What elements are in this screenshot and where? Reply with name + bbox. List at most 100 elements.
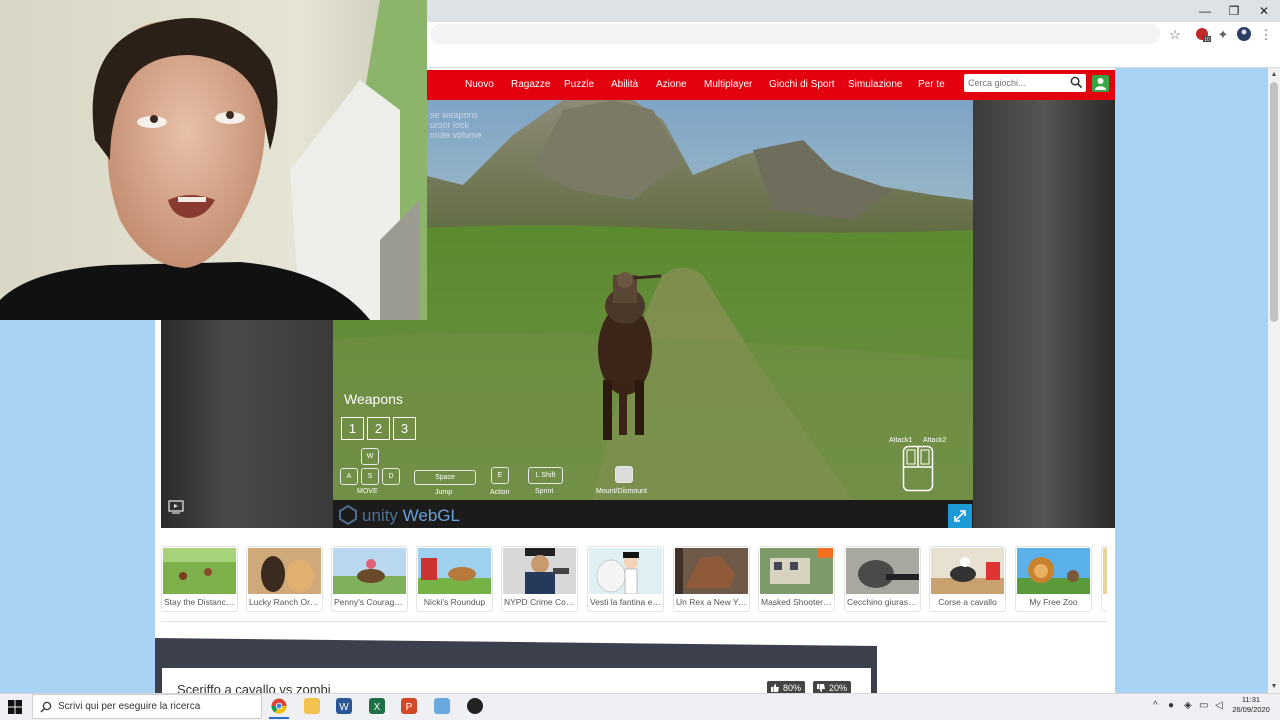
thumbnail-image [333, 548, 406, 594]
nav-ragazze[interactable]: Ragazze [511, 70, 550, 100]
word-icon[interactable]: W [336, 698, 352, 714]
restore-button[interactable]: ❐ [1219, 2, 1249, 20]
search-icon[interactable] [1070, 76, 1083, 89]
thumbnail-label: Lucky Ranch Ores... [249, 597, 322, 607]
thumbnail-image [1103, 548, 1107, 594]
key-e: E [491, 467, 509, 484]
thumbnail-image [931, 548, 1004, 594]
taskbar-search-icon [40, 701, 52, 713]
attack1-label: Attack1 [889, 437, 913, 444]
thumbnail-label: Vesti la fantina e i... [590, 597, 663, 607]
adblock-icon[interactable]: 10 [1195, 27, 1211, 43]
help-line: ursor lock [430, 120, 470, 130]
unity-text: unity [362, 506, 398, 525]
powerpoint-icon[interactable]: P [401, 698, 417, 714]
nav-multiplayer[interactable]: Multiplayer [704, 70, 752, 100]
game-thumbnail[interactable]: Stay the Distance... [161, 546, 238, 612]
nav-giochi-di-sport[interactable]: Giochi di Sport [769, 70, 835, 100]
nav-abilita[interactable]: Abilità [611, 70, 638, 100]
jump-label: Jump [435, 489, 453, 496]
mouse-icon [902, 445, 934, 492]
scroll-down-icon[interactable]: ▼ [1268, 681, 1280, 693]
thumbs-down-icon [817, 684, 825, 692]
scrollbar-thumb[interactable] [1270, 82, 1278, 322]
fullscreen-button[interactable] [948, 504, 972, 528]
thumbnail-label: Nicki's Roundup [423, 597, 486, 607]
file-explorer-icon[interactable] [304, 698, 320, 714]
obs-icon[interactable] [467, 698, 483, 714]
chrome-icon[interactable] [271, 698, 287, 714]
help-line: mute volume [430, 130, 482, 140]
thumbnail-label: Un Rex a New York [676, 597, 749, 607]
microphone-icon[interactable]: ● [1168, 700, 1174, 711]
user-account-button[interactable] [1092, 75, 1109, 92]
weapon-slot-2[interactable]: 2 [367, 417, 390, 440]
profile-icon[interactable] [1236, 27, 1252, 43]
thumbnail-image [1017, 548, 1090, 594]
nav-azione[interactable]: Azione [656, 70, 687, 100]
user-icon [1095, 78, 1106, 90]
thumbnail-label: Stay the Distance... [164, 597, 237, 607]
thumbnail-image [503, 548, 576, 594]
minimize-button[interactable]: — [1190, 2, 1220, 20]
game-thumbnail[interactable]: Masked Shooter ... [758, 546, 835, 612]
game-thumbnail[interactable]: Lucky Ranch Ores... [246, 546, 323, 612]
volume-icon[interactable]: ◁ [1215, 700, 1223, 711]
site-search [964, 74, 1086, 92]
thumbnail-label: Corse a cavallo [938, 597, 997, 607]
nav-nuovo[interactable]: Nuovo [465, 70, 494, 100]
game-blur-left [161, 320, 333, 528]
nav-per-te[interactable]: Per te [918, 70, 945, 100]
fullscreen-icon [954, 510, 966, 522]
mount-label: Mount/Dismount [596, 488, 647, 495]
svg-text:P: P [406, 702, 413, 713]
windows-start-icon[interactable] [8, 700, 22, 714]
star-icon[interactable]: ☆ [1167, 27, 1183, 43]
game-thumbnail[interactable]: Cecchino giurassi... [844, 546, 921, 612]
key-d: D [382, 468, 400, 485]
adblock-badge: 10 [1204, 37, 1210, 43]
thumbnail-image [760, 548, 833, 594]
key-w: W [361, 448, 379, 465]
thumbnail-label: Cecchino giurassi... [847, 597, 920, 607]
game-thumbnail[interactable]: Vesti la fantina e i... [587, 546, 664, 612]
game-thumbnail[interactable]: My Free Zoo [1015, 546, 1092, 612]
taskbar-search-placeholder: Scrivi qui per eseguire la ricerca [58, 701, 201, 712]
network-icon[interactable]: ▭ [1199, 700, 1208, 711]
close-window-button[interactable]: ✕ [1249, 2, 1279, 20]
svg-text:W: W [339, 702, 349, 713]
scroll-up-icon[interactable]: ▲ [1268, 69, 1280, 81]
security-icon[interactable]: ◈ [1184, 700, 1192, 711]
key-shift: L Shift [528, 467, 563, 484]
thumbnail-label: NYPD Crime Cont... [504, 597, 577, 607]
game-thumbnail-partial[interactable] [1101, 546, 1107, 612]
game-blur-right [973, 100, 1115, 528]
weapon-slot-3[interactable]: 3 [393, 417, 416, 440]
game-help-overlay: se weapons ursor lock mute volume [430, 110, 482, 140]
weapon-slot-1[interactable]: 1 [341, 417, 364, 440]
tray-overflow-icon[interactable]: ^ [1153, 700, 1158, 711]
search-input[interactable] [968, 74, 1068, 92]
paint-icon[interactable] [434, 698, 450, 714]
menu-icon[interactable]: ⋮ [1258, 27, 1274, 43]
excel-icon[interactable]: X [369, 698, 385, 714]
game-thumbnail[interactable]: Penny's Courageo... [331, 546, 408, 612]
thumbs-up-icon [771, 684, 779, 692]
game-thumbnail[interactable]: Nicki's Roundup [416, 546, 493, 612]
game-thumbnail[interactable]: Un Rex a New York [673, 546, 750, 612]
theater-mode-icon[interactable] [168, 500, 184, 514]
related-games-strip: Stay the Distance... Lucky Ranch Ores...… [161, 546, 1107, 612]
help-line: se weapons [430, 110, 479, 120]
thumbnail-image [846, 548, 919, 594]
thumbnail-image [675, 548, 748, 594]
game-thumbnail[interactable]: Corse a cavallo [929, 546, 1006, 612]
extensions-icon[interactable]: ✦ [1215, 27, 1231, 43]
game-thumbnail[interactable]: NYPD Crime Cont... [501, 546, 578, 612]
nav-simulazione[interactable]: Simulazione [848, 70, 902, 100]
weapons-title: Weapons [344, 391, 403, 407]
attack2-label: Attack2 [923, 437, 947, 444]
game-canvas[interactable] [333, 100, 973, 500]
taskbar-clock[interactable]: 11:31 26/09/2020 [1228, 695, 1274, 715]
nav-puzzle[interactable]: Puzzle [564, 70, 594, 100]
address-bar[interactable] [430, 24, 1160, 44]
